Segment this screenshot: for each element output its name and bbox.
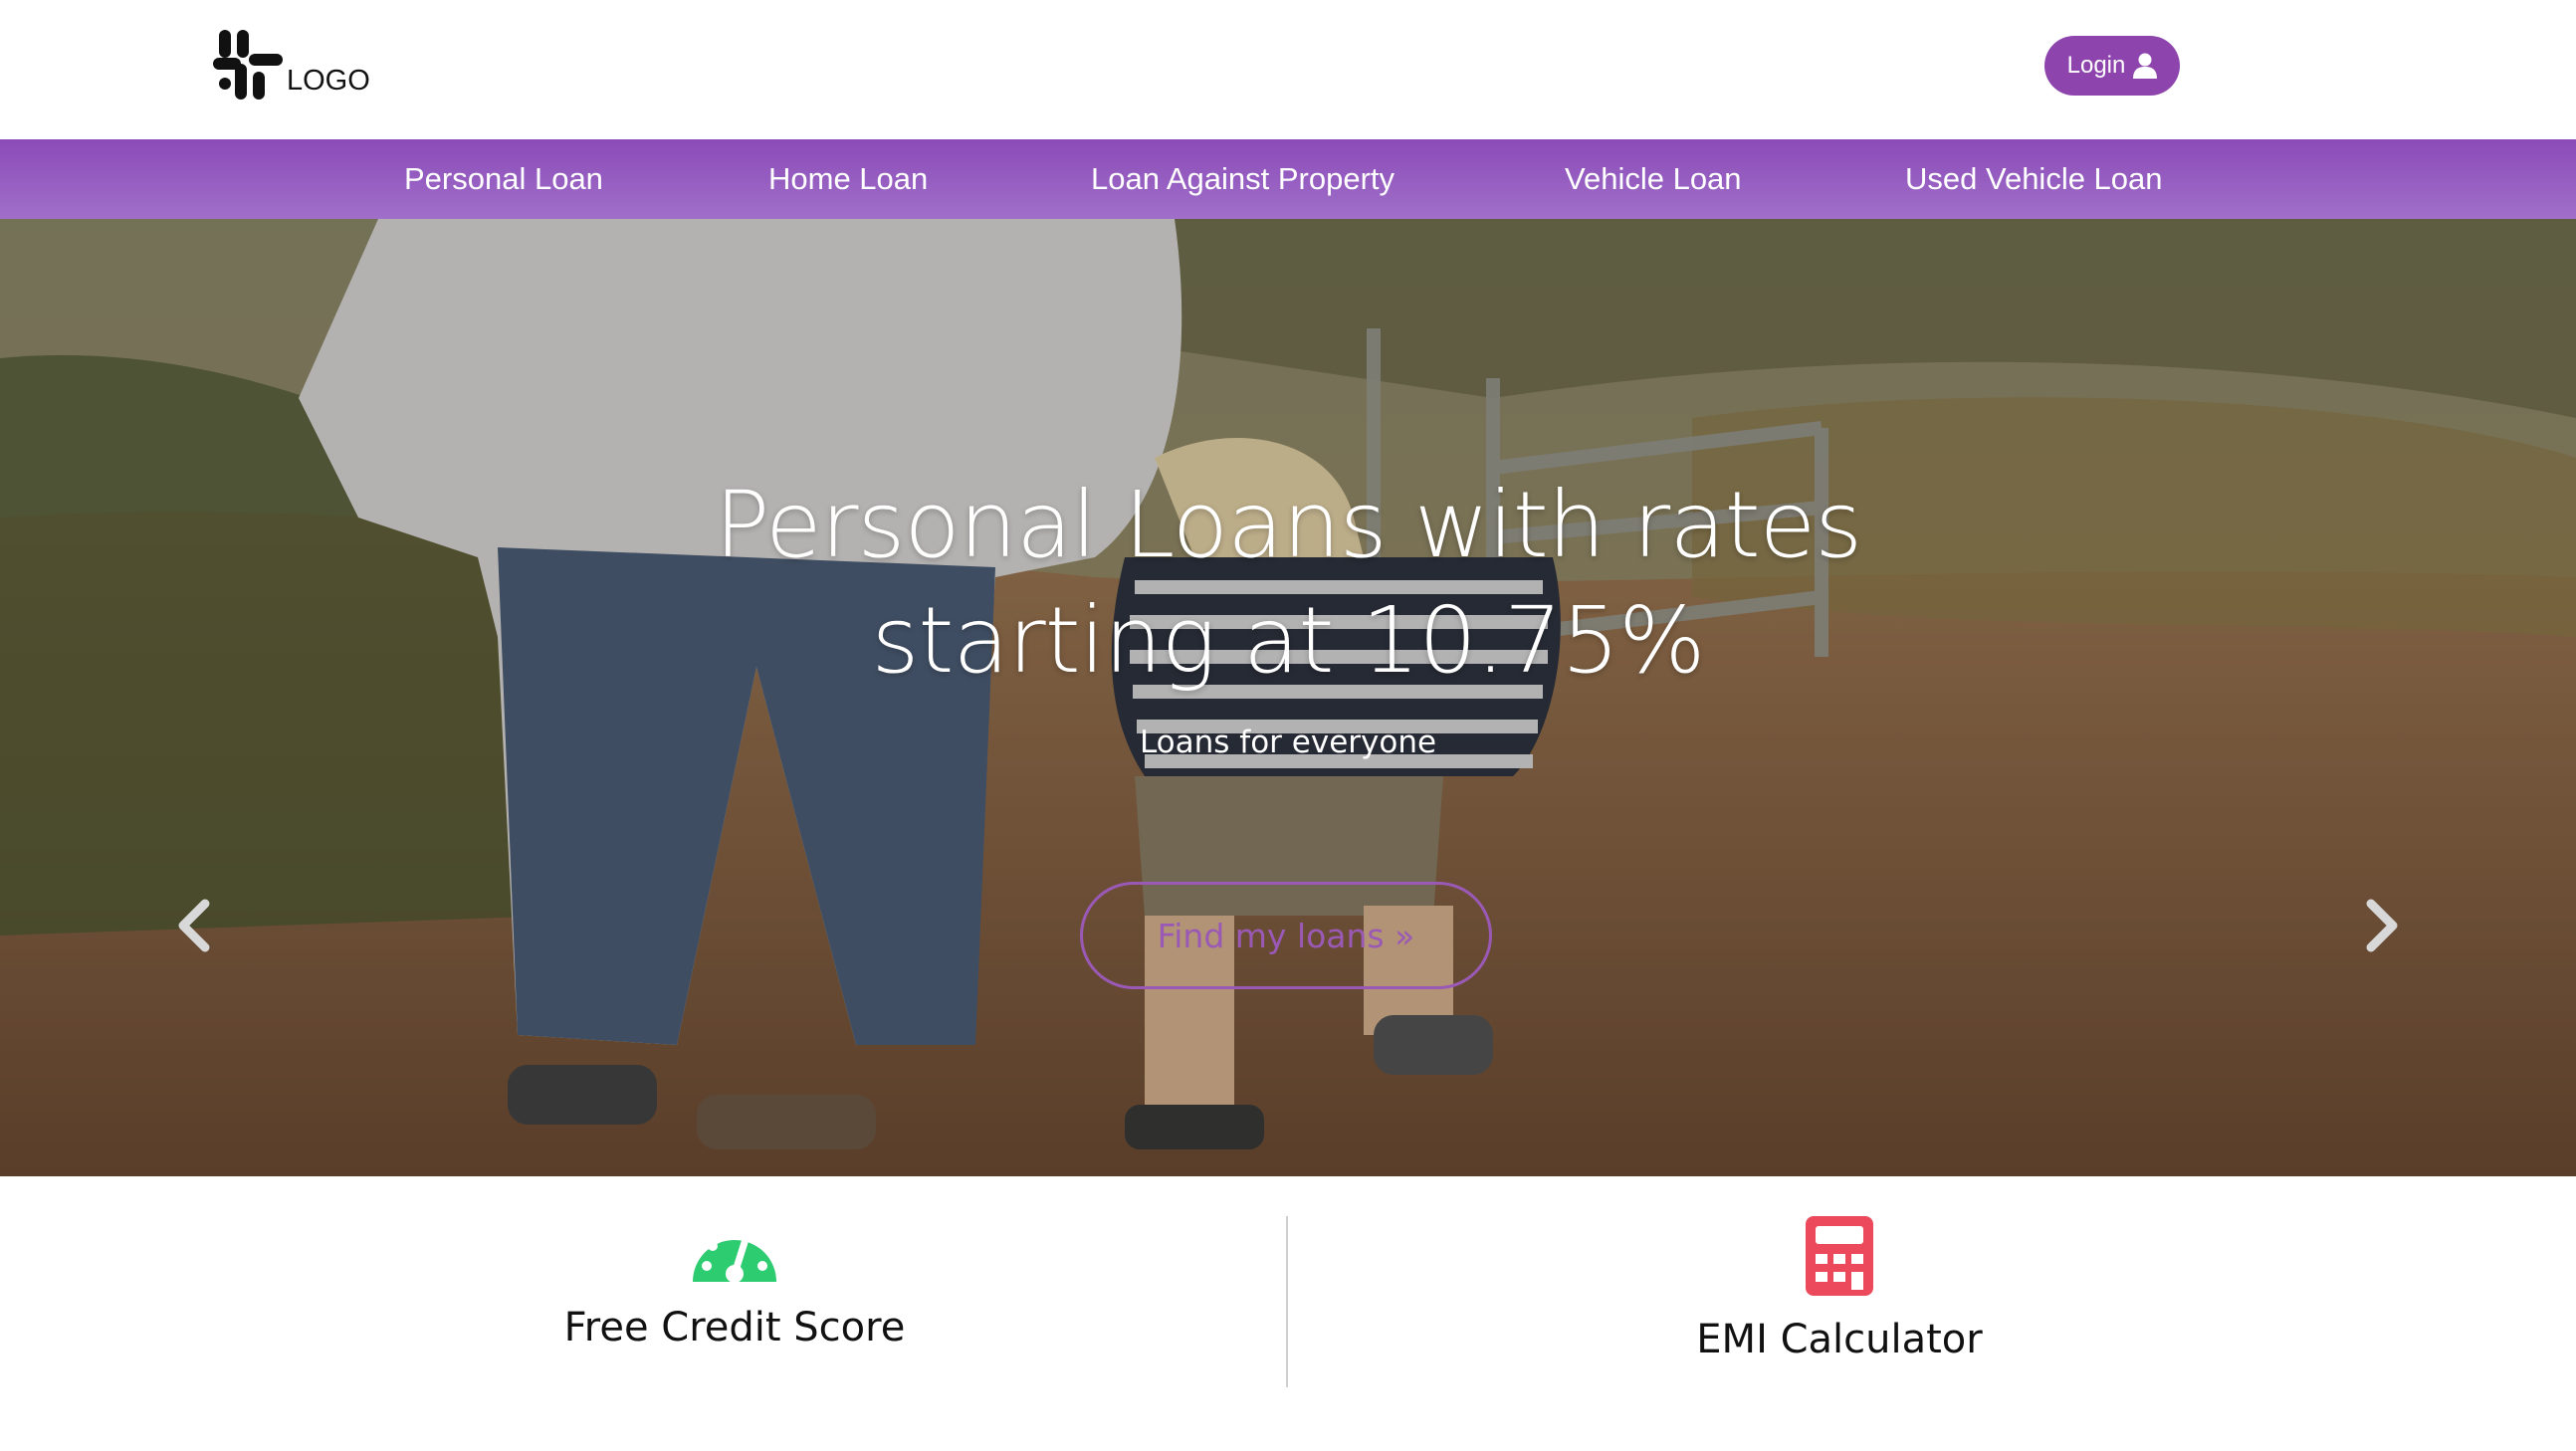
login-button[interactable]: Login [2044,36,2180,96]
carousel-prev-button[interactable] [175,896,215,955]
nav-item-used-vehicle-loan[interactable]: Used Vehicle Loan [1905,139,2163,219]
nav-item-loan-against-property[interactable]: Loan Against Property [1091,139,1395,219]
top-header: LOGO Login [0,0,2576,139]
chevron-left-icon [178,899,210,952]
find-my-loans-button[interactable]: Find my loans » [1080,882,1492,989]
features-divider [1286,1216,1288,1387]
calculator-icon [1806,1216,1873,1296]
logo[interactable]: LOGO [211,28,370,102]
login-label: Login [2066,52,2126,79]
nav-item-personal-loan[interactable]: Personal Loan [404,139,603,219]
logo-text: LOGO [287,65,370,97]
hero-carousel: Personal Loans with rates starting at 10… [0,219,2576,1176]
chevron-right-icon [2366,899,2398,952]
free-credit-score-card[interactable]: Free Credit Score [436,1214,1033,1350]
carousel-next-button[interactable] [2361,896,2401,955]
hero-title: Personal Loans with rates starting at 10… [714,472,1862,694]
main-nav: Personal Loan Home Loan Loan Against Pro… [0,139,2576,219]
emi-calculator-card[interactable]: EMI Calculator [1541,1214,2138,1362]
hero-subtitle: Loans for everyone [1139,725,1437,760]
free-credit-score-label: Free Credit Score [563,1305,906,1350]
user-icon [2133,53,2158,79]
features-section: Free Credit Score EMI Calculator [0,1176,2576,1451]
nav-item-home-loan[interactable]: Home Loan [768,139,928,219]
nav-item-vehicle-loan[interactable]: Vehicle Loan [1565,139,1742,219]
emi-calculator-label: EMI Calculator [1696,1317,1983,1362]
logo-icon [213,30,283,100]
speedometer-icon [693,1227,776,1283]
